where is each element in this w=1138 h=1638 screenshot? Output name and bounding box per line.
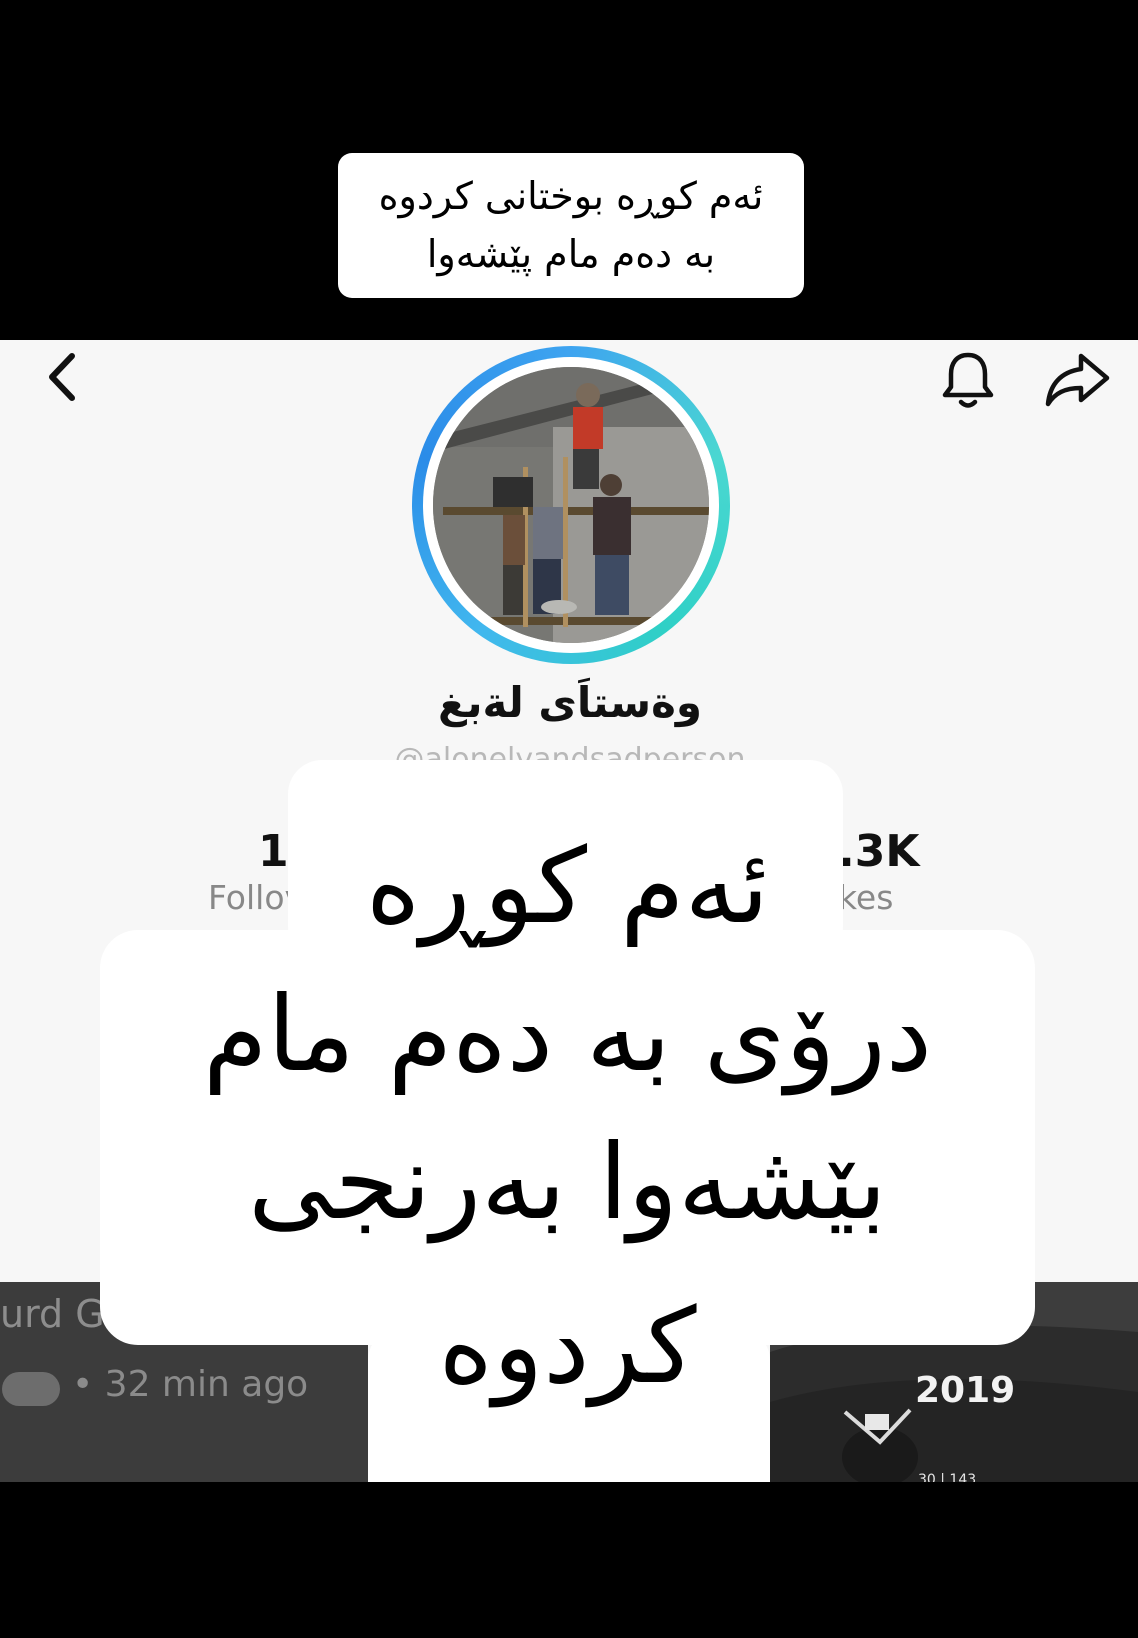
notifications-button[interactable] bbox=[933, 345, 1003, 415]
profile-name: وةستاَى لةبغ bbox=[438, 678, 702, 727]
avatar-photo bbox=[433, 367, 709, 643]
bell-icon bbox=[942, 352, 994, 408]
top-caption-line-1: ئەم کوڕە بوختانی کردوە bbox=[378, 174, 764, 218]
share-button[interactable] bbox=[1038, 345, 1118, 415]
overlay-caption-line-2: درۆی بە دەم مام bbox=[202, 973, 932, 1095]
profile-username: @alonelyandsadperson bbox=[394, 742, 746, 760]
top-caption: ئەم کوڕە بوختانی کردوە بە دەم مام پێشەوا bbox=[338, 153, 804, 298]
overlay-caption-line-3: بێشەوا بەرنجی bbox=[248, 1121, 887, 1243]
back-button[interactable] bbox=[38, 350, 86, 404]
avatar-gap bbox=[423, 357, 719, 653]
share-arrow-icon bbox=[1045, 353, 1110, 407]
avatar[interactable] bbox=[433, 367, 709, 643]
channel-name: urd G bbox=[0, 1292, 105, 1336]
top-caption-line-2: بە دەم مام پێشەوا bbox=[426, 232, 716, 276]
verified-badge bbox=[2, 1372, 60, 1406]
bottom-black-band bbox=[0, 1482, 1138, 1638]
video-counter: 30 | 143 bbox=[918, 1472, 977, 1482]
chevron-left-icon bbox=[49, 353, 75, 401]
overlay-caption-line-4: کردوە bbox=[438, 1285, 697, 1407]
overlay-caption-line-1: ئەم کوڕە bbox=[365, 825, 770, 947]
overlay-caption: ئەم کوڕە درۆی بە دەم مام بێشەوا بەرنجی ک… bbox=[110, 812, 1025, 1420]
avatar-ring[interactable] bbox=[412, 346, 730, 664]
